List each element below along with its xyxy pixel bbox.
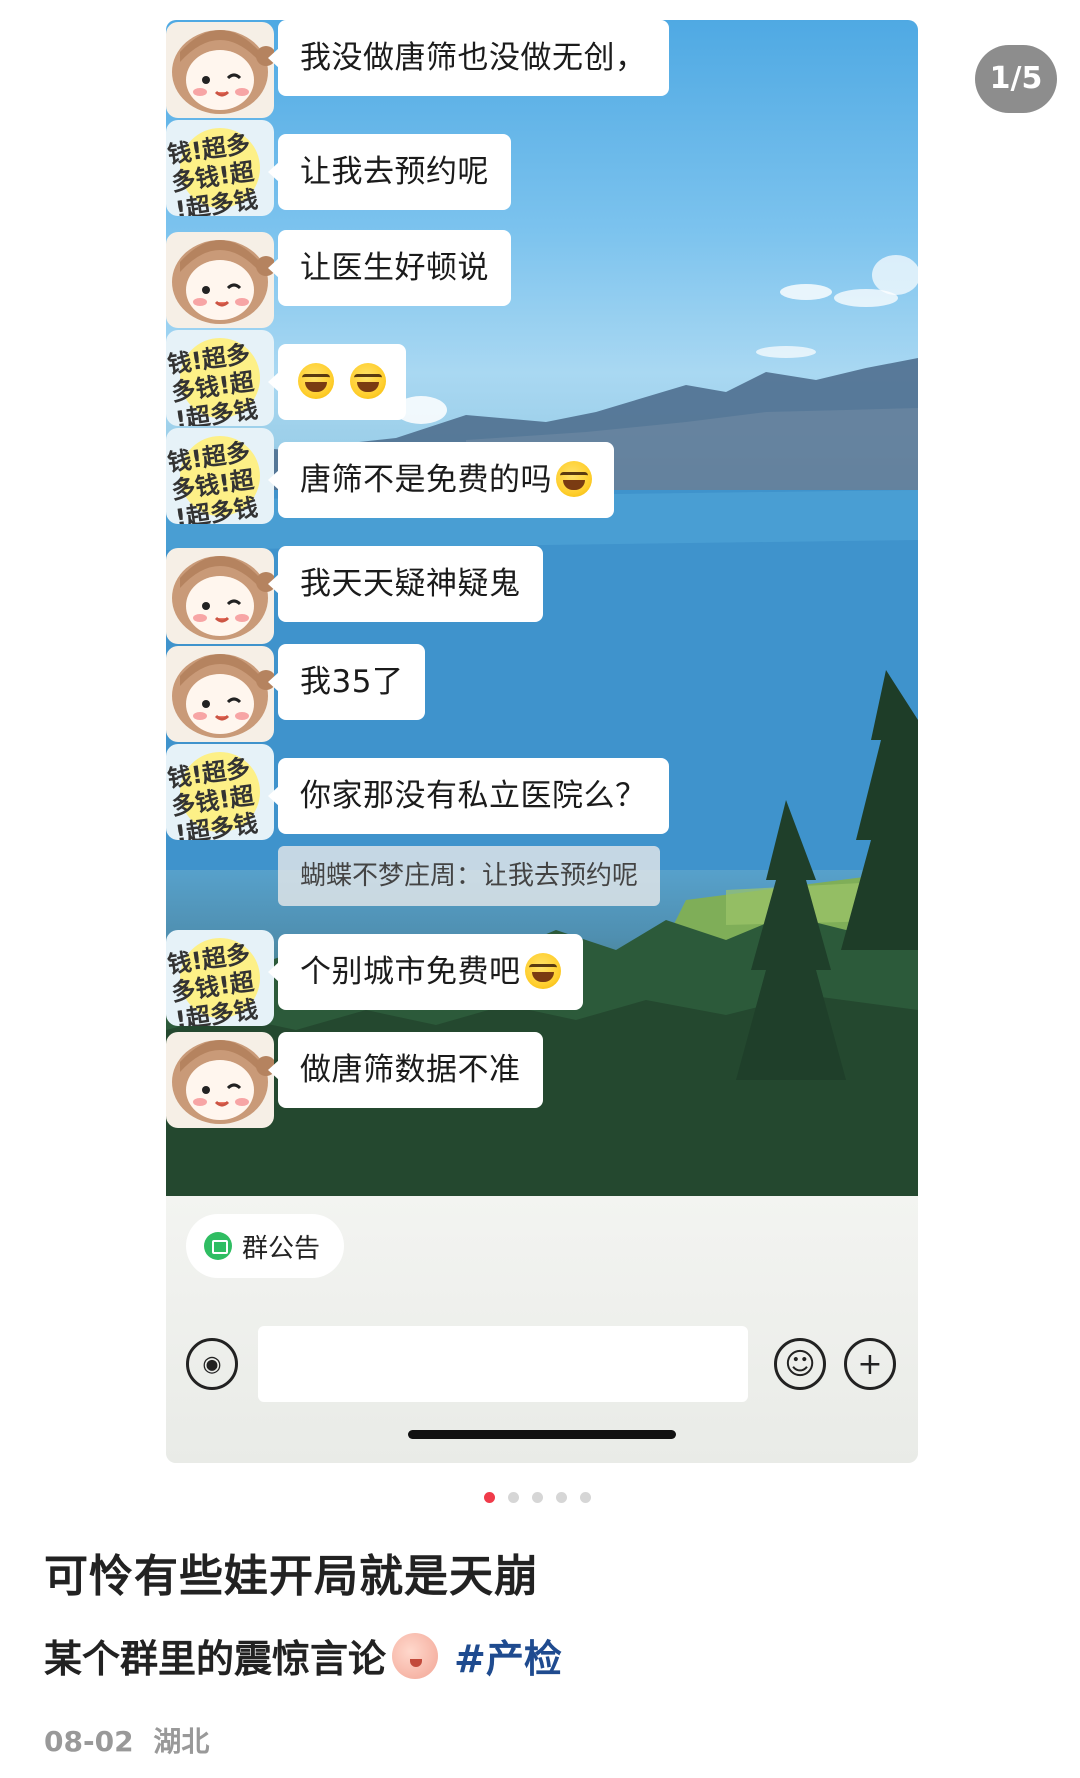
message-text: 让医生好顿说 — [300, 250, 489, 286]
carousel-dot[interactable] — [556, 1492, 567, 1503]
avatar[interactable] — [166, 548, 274, 644]
laugh-cry-emoji-icon — [298, 362, 334, 399]
laugh-cry-emoji-icon — [556, 460, 592, 497]
plus-icon: + — [857, 1346, 883, 1382]
voice-input-button[interactable]: ◉ — [186, 1338, 238, 1390]
group-notice-label: 群公告 — [242, 1233, 321, 1264]
laugh-cry-emoji-icon — [524, 952, 561, 989]
post-location: 湖北 — [153, 1725, 210, 1758]
avatar[interactable] — [166, 1032, 274, 1128]
avatar[interactable]: 钱!超多 多钱!超 !超多钱 — [166, 930, 274, 1026]
message-text: 你家那没有私立医院么？ — [300, 778, 647, 814]
voice-icon: ◉ — [202, 1351, 222, 1377]
avatar[interactable]: 钱!超多 多钱!超 !超多钱 — [166, 120, 274, 216]
emoji-button[interactable]: ☺ — [774, 1338, 826, 1390]
message-bubble[interactable]: 我天天疑神疑鬼 — [268, 546, 543, 622]
message-bubble[interactable]: 做唐筛数据不准 — [268, 1032, 543, 1108]
message-bubble[interactable]: 我35了 — [267, 644, 426, 720]
quoted-reply[interactable]: 蝴蝶不梦庄周：让我去预约呢 — [278, 846, 661, 906]
home-indicator — [408, 1430, 676, 1439]
message-text: 我35了 — [300, 664, 404, 700]
message-text: 做唐筛数据不准 — [300, 1052, 521, 1088]
quoted-reply-text: 蝴蝶不梦庄周：让我去预约呢 — [300, 861, 639, 891]
post-body: 某个群里的震惊言论 #产检 — [44, 1628, 562, 1683]
message-bubble[interactable]: 让医生好顿说 — [268, 230, 511, 306]
carousel-dot[interactable] — [580, 1492, 591, 1503]
message-bubble[interactable]: 个别城市免费吧 — [268, 934, 583, 1010]
carousel-dot[interactable] — [508, 1492, 519, 1503]
carousel-dot[interactable] — [532, 1492, 543, 1503]
message-input[interactable] — [258, 1326, 748, 1402]
avatar[interactable]: 钱!超多 多钱!超 !超多钱 — [166, 744, 274, 840]
message-text: 我天天疑神疑鬼 — [300, 566, 521, 602]
group-notice-button[interactable]: 群公告 — [186, 1214, 344, 1278]
message-bubble[interactable] — [267, 344, 407, 420]
laugh-cry-emoji-icon — [350, 362, 387, 399]
avatar[interactable]: 钱!超多 多钱!超 !超多钱 — [166, 330, 274, 426]
post-title: 可怜有些娃开局就是天崩 — [44, 1551, 539, 1602]
message-text: 个别城市免费吧 — [300, 954, 521, 990]
post-viewer: 我没做唐筛也没做无创， 钱!超多 多钱!超 !超多钱 让我去预约呢 让医生好顿说 钱… — [0, 0, 1080, 1778]
avatar[interactable] — [166, 232, 274, 328]
message-bubble[interactable]: 你家那没有私立医院么？ — [268, 758, 669, 834]
post-body-text: 某个群里的震惊言论 — [44, 1637, 387, 1681]
post-date: 08-02 — [44, 1725, 134, 1758]
carousel-dot[interactable] — [484, 1492, 495, 1503]
message-bubble[interactable]: 让我去预约呢 — [268, 134, 511, 210]
avatar[interactable] — [166, 22, 274, 118]
message-text: 让我去预约呢 — [300, 154, 489, 190]
page-counter-badge: 1/5 — [975, 45, 1057, 113]
chat-input-bar: 群公告 ◉ ☺ + — [166, 1196, 918, 1463]
message-text: 唐筛不是免费的吗 — [300, 462, 552, 498]
avatar[interactable]: 钱!超多 多钱!超 !超多钱 — [166, 428, 274, 524]
message-bubble[interactable]: 我没做唐筛也没做无创， — [268, 20, 669, 96]
post-meta: 08-02 湖北 — [44, 1720, 209, 1760]
carousel-dots — [484, 1492, 591, 1503]
message-text: 我没做唐筛也没做无创， — [300, 40, 647, 76]
more-button[interactable]: + — [844, 1338, 896, 1390]
chat-screenshot[interactable]: 我没做唐筛也没做无创， 钱!超多 多钱!超 !超多钱 让我去预约呢 让医生好顿说 钱… — [166, 20, 918, 1463]
peach-face-icon — [392, 1632, 439, 1679]
avatar[interactable] — [166, 646, 274, 742]
hashtag-link[interactable]: #产检 — [454, 1628, 562, 1683]
notice-icon — [204, 1232, 232, 1260]
message-bubble[interactable]: 唐筛不是免费的吗 — [268, 442, 614, 518]
smile-icon: ☺ — [784, 1346, 816, 1382]
